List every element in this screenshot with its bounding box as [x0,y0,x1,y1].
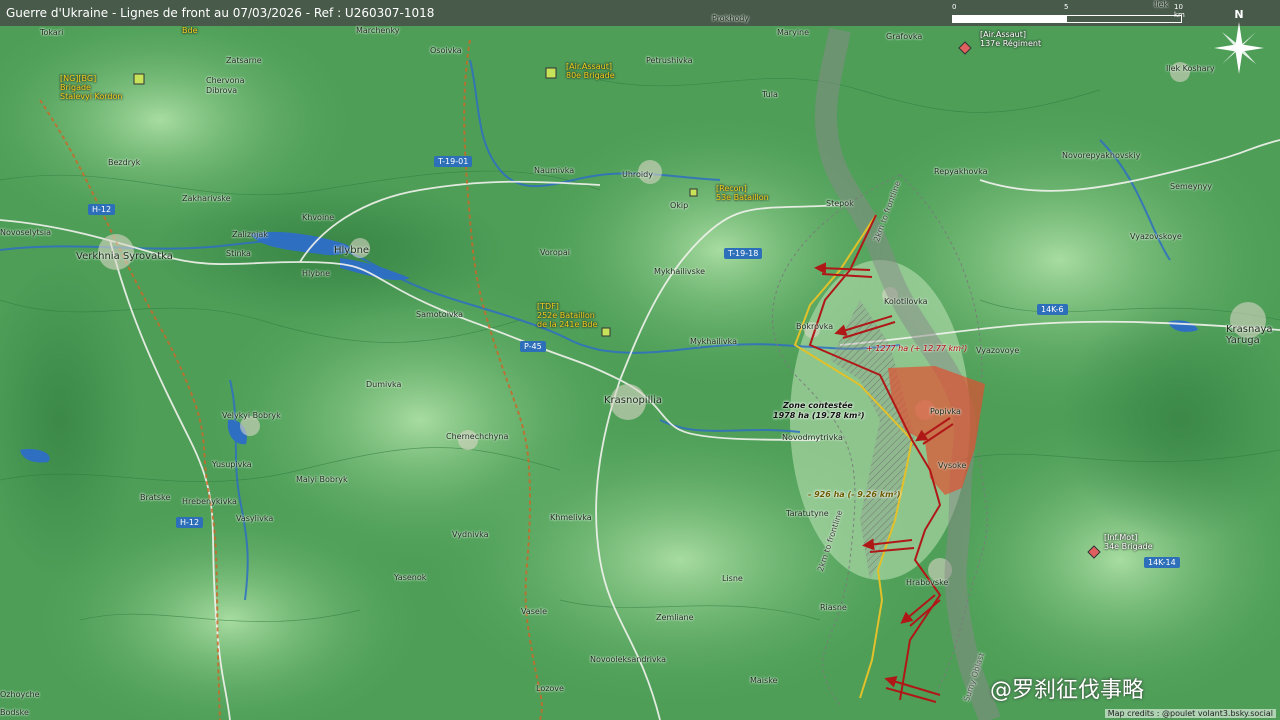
place-label: Hlybne [302,269,331,278]
place-label: Vyazovskoye [1130,232,1182,241]
unit-label-252: [TDF] 252e Bataillon de la 241e Bde [537,302,598,329]
unit-label-34: [Inf.Mot] 34e Brigade [1104,533,1153,551]
place-label: Chervona Dibrova [206,76,245,95]
place-label: Dumivka [366,380,402,389]
unit-marker-80 [545,67,557,79]
place-label: Riasne [820,603,847,612]
place-label: Khmelivka [550,513,592,522]
place-label: Kolotilovka [884,297,928,306]
place-label: Maiske [750,676,778,685]
place-label: Zakharivske [182,194,231,203]
place-label: Hrebenykivka [182,497,237,506]
place-label: Novorepyakhovskiy [1062,151,1141,160]
unit-label-137: [Air.Assaut] 137e Régiment [980,30,1042,48]
place-label: Bokrovka [796,322,834,331]
unit-label-ng: [NG][BG] Brigade Stalevyi Kordon [60,74,123,101]
place-label: Voropai [540,248,570,257]
place-label: Stinka [226,249,251,258]
compass-north-label: N [1234,8,1243,21]
place-label: Lozove [536,684,564,693]
place-label: Krasnopillia [604,395,663,406]
unit-marker-53 [689,188,698,197]
place-label: Mykhailivske [654,267,706,276]
place-label: Vysoke [938,461,967,470]
place-label: Grafovka [886,32,923,41]
road-badge: H-12 [176,517,204,528]
contested-zone-area: 1978 ha (19.78 km²) [773,411,865,420]
place-label: Naumivka [534,166,575,175]
place-label: Novooleksandrivka [590,655,667,664]
contested-zone-label: Zone contestée [783,401,853,410]
place-label: Tula [762,90,778,99]
unit-label-fragment: Bde [182,26,198,35]
scale-label-zero: 0 [952,3,957,11]
place-label: Lisne [722,574,743,583]
loss-annotation: - 926 ha (- 9.26 km²) [808,490,901,499]
watermark: @罗刹征伐事略 [990,678,1145,703]
place-label: Krasnaya Yaruga [1226,324,1273,346]
compass-rose-icon: N [1208,4,1270,80]
place-label: Yasenok [394,573,427,582]
place-label: Zaliznjak [232,230,268,239]
place-label: Stepok [826,199,854,208]
place-label: Bodske [0,708,29,717]
place-label: Vasele [521,607,547,616]
road-badge: 14K-14 [1144,557,1180,568]
place-label: Osoivka [430,46,462,55]
place-label: Mykhailivka [690,337,738,346]
place-label: Ozhoyche [0,690,40,699]
road-badge: P-45 [520,341,546,352]
place-label: Zatsarne [226,56,262,65]
place-label: Yusupivka [212,460,252,469]
road-badge: T-19-01 [434,156,473,167]
place-label: Uhroidy [622,170,653,179]
place-label: Okip [670,201,689,210]
place-label: Tokari [40,28,64,37]
place-label: Marchenky [356,26,400,35]
place-label: Novodmytrivka [782,433,843,442]
scale-track [952,15,1182,23]
place-label: Vydnivka [452,530,489,539]
place-label: Chernechchyna [446,432,509,441]
road-badge: T-19-18 [724,248,763,259]
scale-bar: 0 5 10 km [952,3,1185,25]
place-label: Verkhnia Syrovatka [76,251,173,262]
place-label: Ilek [1154,0,1169,9]
place-label: Bezdryk [108,158,141,167]
place-label: Samotoivka [416,310,464,319]
place-label: Vyazovoye [976,346,1020,355]
place-label: Khvoine [302,213,335,222]
place-label: Maryine [777,28,810,37]
place-label: Repyakhovka [934,167,988,176]
terrain-map[interactable] [0,0,1280,720]
place-label: Prokhody [712,14,750,23]
place-label: Petrushivka [646,56,693,65]
place-label: Taratutyne [786,509,829,518]
unit-label-53: [Recon] 53e Bataillon [716,184,769,202]
map-credits: Map credits : @poulet volant3.bsky.socia… [1104,709,1276,718]
scale-label-mid: 5 [1064,3,1069,11]
scale-segment [953,16,1067,22]
unit-marker-252 [601,327,611,337]
place-label: Vasylivka [236,514,274,523]
place-label: Popivka [930,407,961,416]
place-label: Hlybne [334,245,370,256]
place-label: Zemliane [656,613,694,622]
place-label: Bratske [140,493,171,502]
place-label: Malyi Bobryk [296,475,348,484]
place-label: Velykyi Bobryk [222,411,281,420]
road-badge: H-12 [88,204,116,215]
road-badge: 14K-6 [1037,304,1068,315]
unit-label-80: [Air.Assaut] 80e Brigade [566,62,615,80]
gain-annotation: + 1277 ha (+ 12.77 km²) [866,344,968,353]
place-label: Novoselytsia [0,228,51,237]
unit-marker-ng [133,73,145,85]
place-label: Hrabovske [906,578,949,587]
place-label: Semeynyy [1170,182,1212,191]
place-label: Ilek Koshary [1166,64,1215,73]
